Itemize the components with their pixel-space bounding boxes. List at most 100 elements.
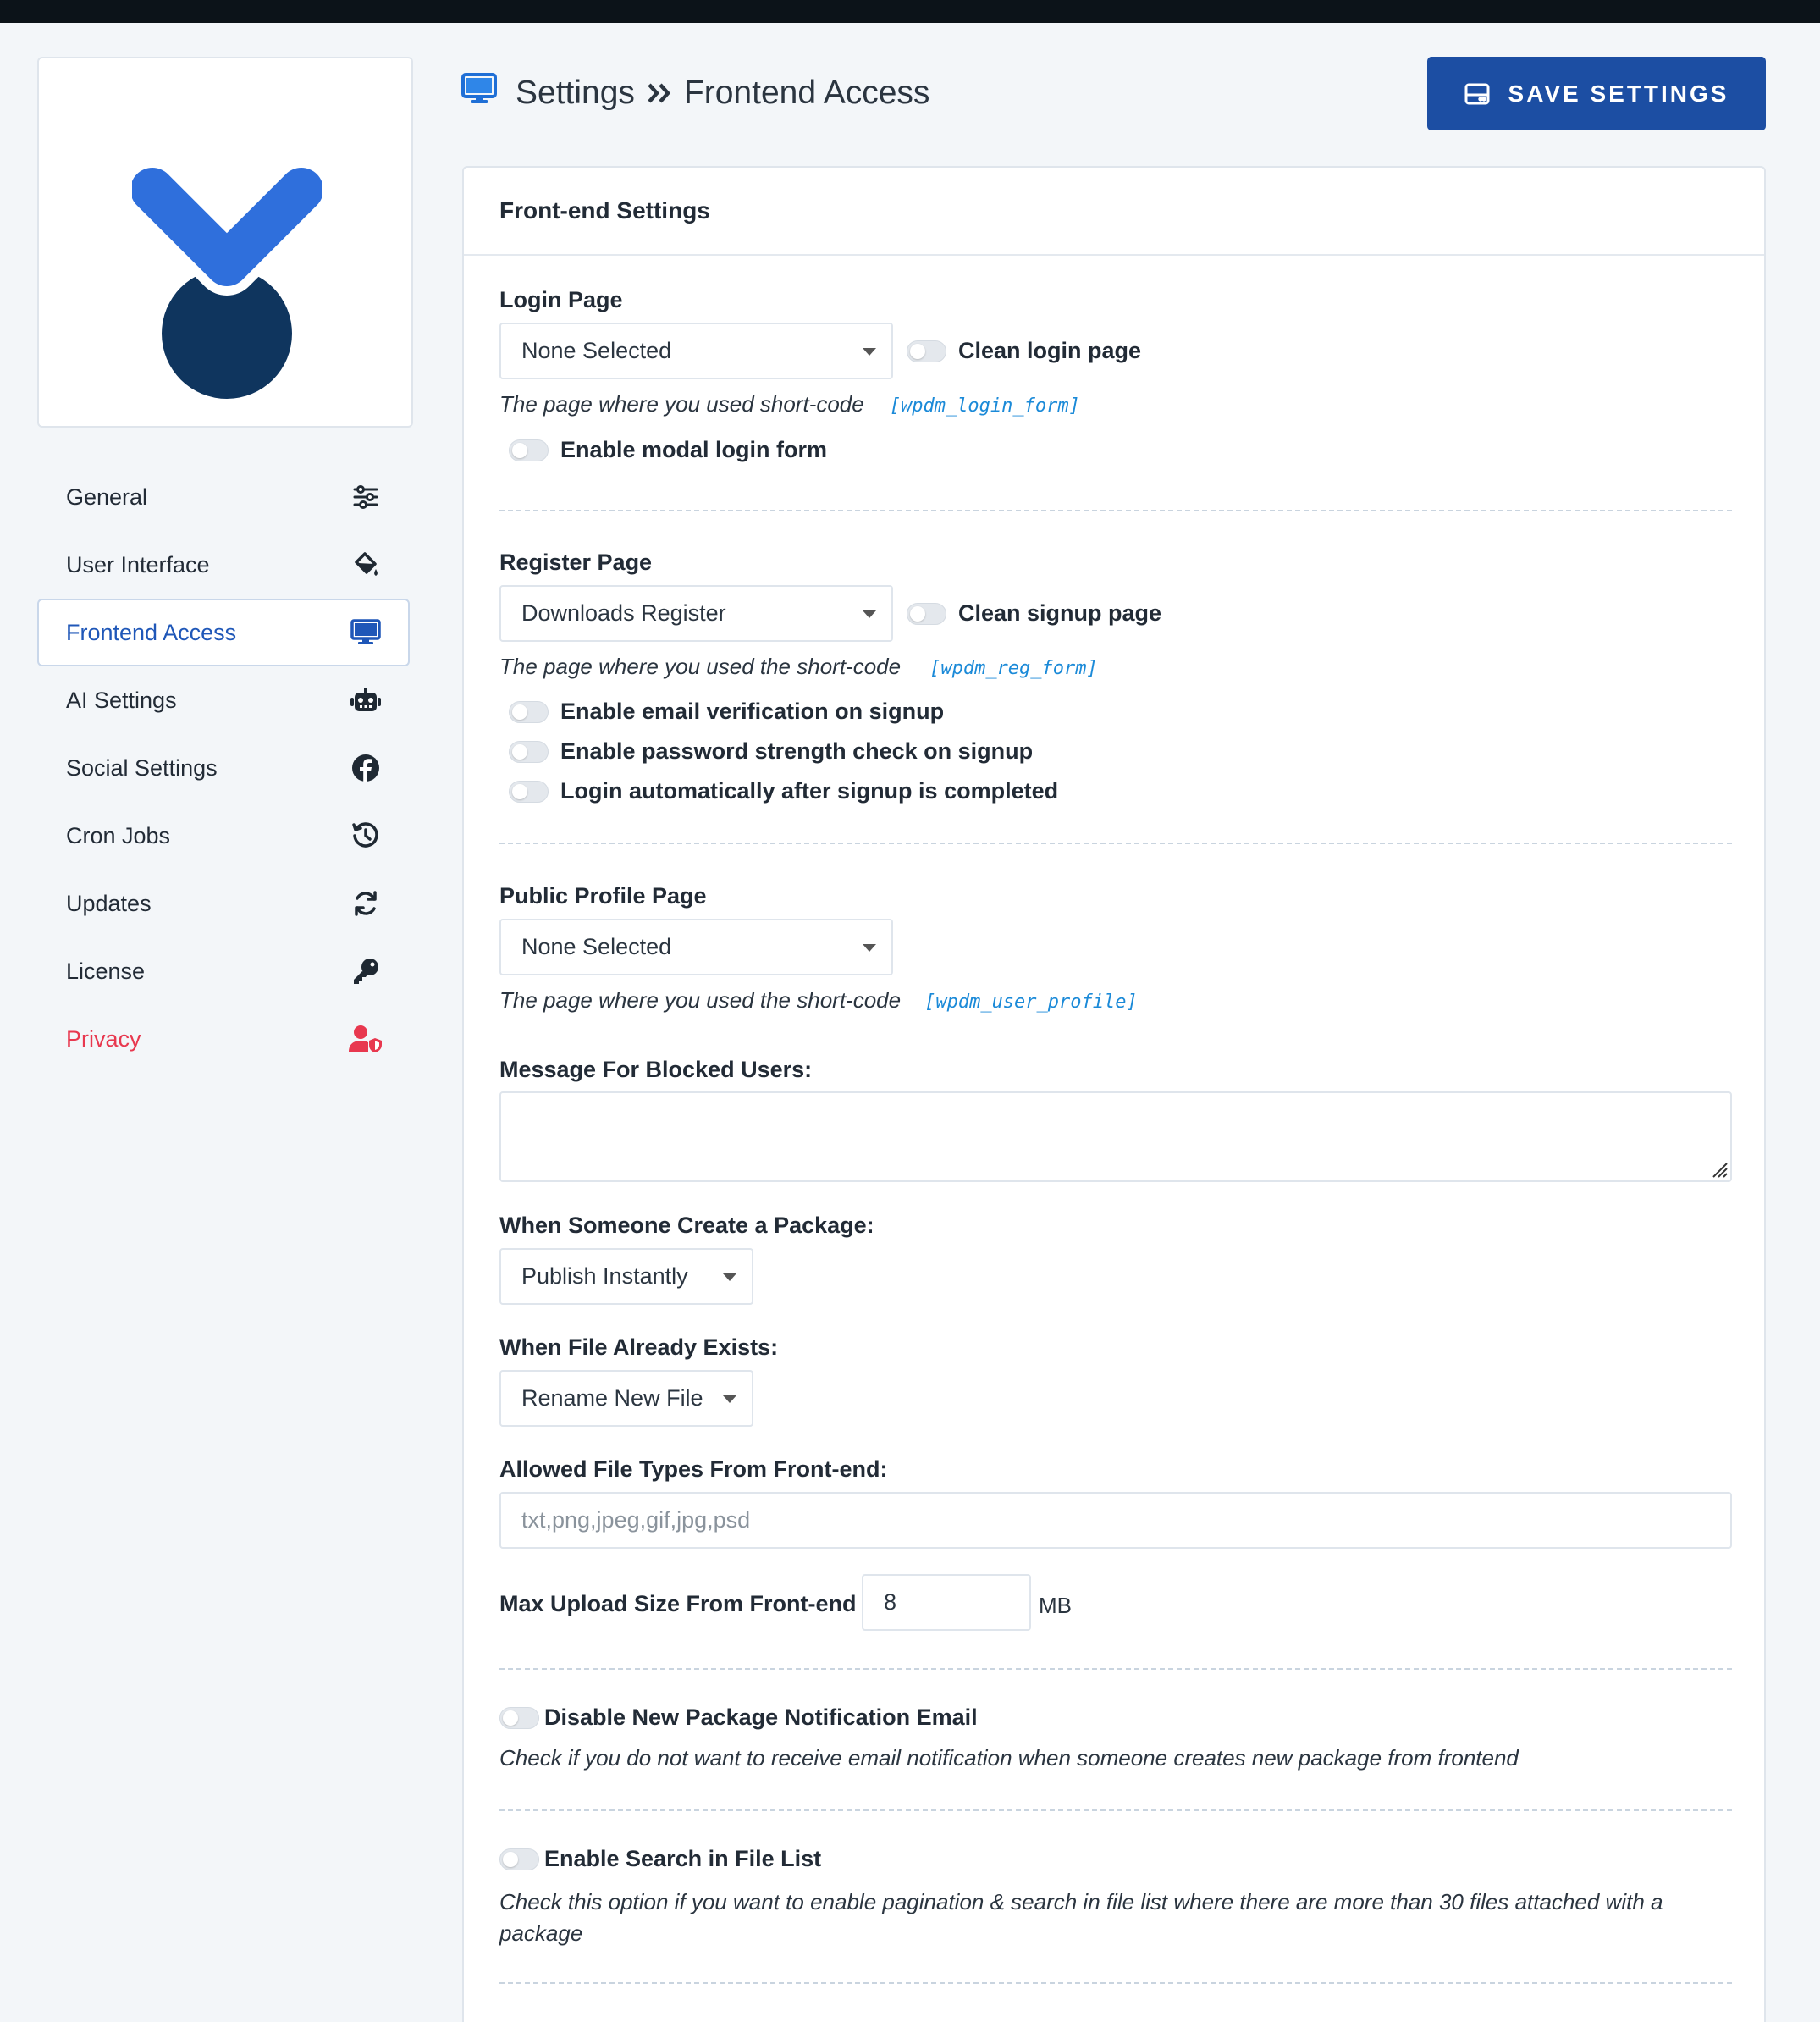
sidebar-item-ai-settings[interactable]: AI Settings: [37, 666, 410, 734]
login-help: The page where you used short-code [wpdm…: [499, 391, 1080, 417]
register-help-text: The page where you used the short-code: [499, 654, 902, 679]
login-page-label: Login Page: [499, 287, 623, 312]
clean-login-label: Clean login page: [958, 338, 1142, 363]
sidebar-item-label: Frontend Access: [66, 619, 237, 645]
file-exists-label: When File Already Exists:: [499, 1334, 779, 1360]
facebook-icon: [349, 751, 383, 785]
history-icon: [349, 819, 383, 853]
password-strength-row: Enable password strength check on signup: [509, 738, 1033, 765]
auto-login-toggle[interactable]: [509, 780, 549, 803]
sliders-icon: [349, 480, 383, 514]
max-upload-unit: MB: [1039, 1593, 1072, 1618]
disable-notification-label: Disable New Package Notification Email: [544, 1704, 978, 1730]
chevron-down-icon: [863, 610, 876, 618]
sidebar-item-label: General: [66, 483, 148, 510]
disable-notification-row: Disable New Package Notification Email: [499, 1704, 978, 1731]
robot-icon: [349, 683, 383, 717]
auto-login-row: Login automatically after signup is comp…: [509, 778, 1058, 804]
sidebar-item-label: Updates: [66, 890, 152, 916]
save-settings-label: SAVE SETTINGS: [1508, 80, 1729, 107]
profile-page-select[interactable]: None Selected: [499, 919, 893, 975]
chevron-down-icon: [863, 348, 876, 356]
breadcrumb: Settings Frontend Access: [461, 73, 929, 113]
user-shield-icon: [349, 1022, 383, 1056]
max-upload-label: Max Upload Size From Front-end: [499, 1591, 857, 1616]
clean-login-toggle[interactable]: [907, 340, 946, 362]
file-types-label: Allowed File Types From Front-end:: [499, 1456, 888, 1482]
chevron-down-icon: [723, 1273, 736, 1281]
blocked-message-textarea[interactable]: [499, 1091, 1732, 1182]
disable-notification-help: Check if you do not want to receive emai…: [499, 1745, 1519, 1771]
divider: [499, 1809, 1732, 1811]
file-exists-selected: Rename New File: [521, 1385, 703, 1411]
save-settings-button[interactable]: SAVE SETTINGS: [1427, 57, 1766, 130]
divider: [499, 510, 1732, 511]
sidebar-item-label: AI Settings: [66, 687, 177, 713]
profile-shortcode: [wpdm_user_profile]: [924, 992, 1138, 1013]
top-bar: [0, 0, 1820, 23]
file-exists-select[interactable]: Rename New File: [499, 1370, 753, 1427]
enable-search-toggle[interactable]: [499, 1848, 539, 1870]
sidebar-item-label: Cron Jobs: [66, 822, 171, 848]
create-package-select[interactable]: Publish Instantly: [499, 1248, 753, 1305]
sidebar-item-general[interactable]: General: [37, 463, 410, 531]
clean-signup-toggle[interactable]: [907, 602, 946, 625]
sidebar-item-social-settings[interactable]: Social Settings: [37, 734, 410, 802]
profile-help-text: The page where you used the short-code: [499, 987, 902, 1013]
profile-page-label: Public Profile Page: [499, 883, 707, 909]
desktop-icon: [349, 616, 383, 649]
breadcrumb-root: Settings: [516, 75, 635, 111]
profile-page-selected: None Selected: [521, 934, 672, 959]
sidebar-item-privacy[interactable]: Privacy: [37, 1005, 410, 1073]
disable-notification-toggle[interactable]: [499, 1706, 539, 1729]
sidebar-item-label: User Interface: [66, 551, 210, 577]
modal-login-label: Enable modal login form: [560, 437, 828, 462]
desktop-icon: [461, 73, 497, 113]
max-upload-input[interactable]: 8: [862, 1574, 1031, 1631]
sidebar-item-label: Privacy: [66, 1025, 141, 1052]
chevron-down-icon: [723, 1395, 736, 1403]
auto-login-label: Login automatically after signup is comp…: [560, 778, 1059, 804]
divider: [499, 1982, 1732, 1984]
email-verification-label: Enable email verification on signup: [560, 699, 945, 724]
key-icon: [349, 954, 383, 988]
sidebar-item-user-interface[interactable]: User Interface: [37, 531, 410, 599]
clean-signup-row: Clean signup page: [907, 600, 1161, 627]
file-types-input[interactable]: txt,png,jpeg,gif,jpg,psd: [499, 1492, 1732, 1549]
enable-search-help: Check this option if you want to enable …: [499, 1889, 1663, 1946]
profile-help: The page where you used the short-code […: [499, 987, 1138, 1014]
sidebar-item-label: License: [66, 958, 146, 984]
login-shortcode: [wpdm_login_form]: [889, 395, 1080, 417]
blocked-message-label: Message For Blocked Users:: [499, 1057, 813, 1082]
login-help-text: The page where you used short-code: [499, 391, 864, 417]
login-page-select[interactable]: None Selected: [499, 323, 893, 379]
modal-login-toggle[interactable]: [509, 439, 549, 461]
clean-signup-label: Clean signup page: [958, 600, 1162, 626]
resize-grip-icon[interactable]: [1710, 1160, 1729, 1183]
chevron-down-icon: [863, 944, 876, 952]
register-page-select[interactable]: Downloads Register: [499, 585, 893, 642]
register-help: The page where you used the short-code […: [499, 654, 1098, 680]
panel-title: Front-end Settings: [464, 168, 1764, 256]
divider: [499, 842, 1732, 844]
sidebar-item-license[interactable]: License: [37, 937, 410, 1005]
paint-bucket-icon: [349, 548, 383, 582]
logo-card: [37, 57, 413, 428]
save-icon: [1464, 83, 1490, 104]
sidebar-menu: General User Interface Frontend Access A…: [37, 463, 410, 1073]
enable-search-row: Enable Search in File List: [499, 1846, 821, 1872]
breadcrumb-current: Frontend Access: [683, 75, 930, 111]
password-strength-label: Enable password strength check on signup: [560, 738, 1034, 764]
divider: [499, 1668, 1732, 1670]
sidebar-item-cron-jobs[interactable]: Cron Jobs: [37, 802, 410, 870]
password-strength-toggle[interactable]: [509, 740, 549, 763]
sync-icon: [349, 887, 383, 920]
register-page-selected: Downloads Register: [521, 600, 726, 626]
modal-login-row: Enable modal login form: [509, 437, 827, 463]
sidebar-item-updates[interactable]: Updates: [37, 870, 410, 937]
login-page-selected: None Selected: [521, 338, 672, 363]
email-verification-toggle[interactable]: [509, 700, 549, 723]
sidebar-item-frontend-access[interactable]: Frontend Access: [37, 599, 410, 666]
register-shortcode: [wpdm_reg_form]: [929, 658, 1098, 679]
create-package-label: When Someone Create a Package:: [499, 1213, 874, 1238]
